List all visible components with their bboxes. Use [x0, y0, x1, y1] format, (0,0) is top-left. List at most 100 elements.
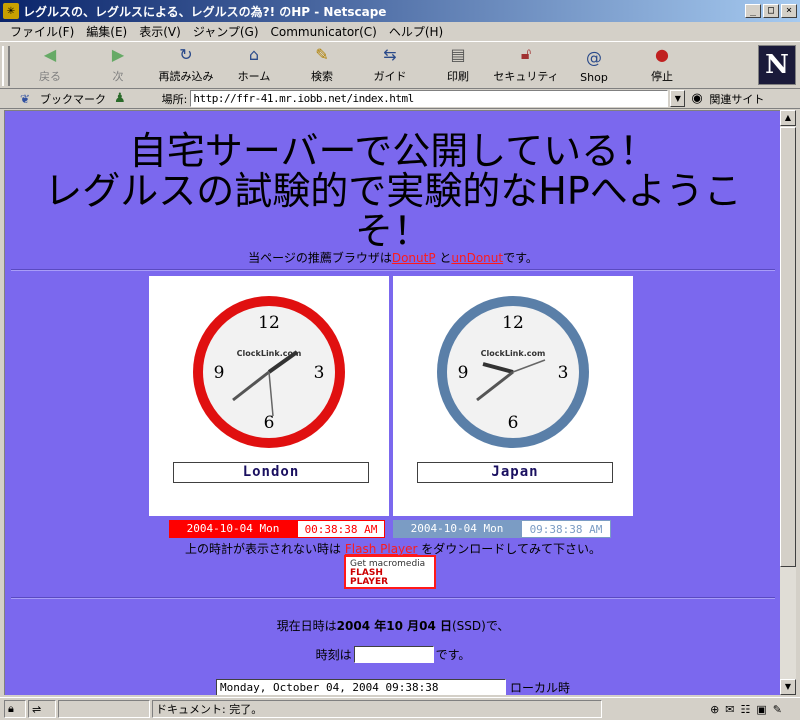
clock-brand: ClockLink.com — [481, 349, 546, 358]
bookmarks-label: ブックマーク — [40, 92, 106, 106]
url-field[interactable]: http://ffr-41.mr.iobb.net/index.html — [190, 90, 669, 107]
stop-light-icon: ● — [655, 44, 669, 64]
mail-icon[interactable]: ✉ — [725, 703, 734, 716]
undonut-link[interactable]: unDonut — [451, 251, 503, 265]
back-button[interactable]: ◀ 戻る — [16, 42, 84, 88]
forward-arrow-icon: ▶ — [111, 44, 125, 64]
menu-edit[interactable]: 編集(E) — [80, 23, 133, 40]
home-button[interactable]: ⌂ ホーム — [220, 42, 288, 88]
page-proxy-icon[interactable]: ♟ — [114, 91, 126, 106]
reco-prefix: 当ページの推薦ブラウザは — [248, 251, 392, 265]
security-label: セキュリティ — [493, 70, 559, 83]
heading-line-2: レグルスの試験的で実験的なHPへようこ — [44, 169, 742, 213]
local-time-label: ローカル時 — [509, 681, 570, 695]
lock-icon: 🔓︎ — [520, 44, 532, 63]
japan-clock-face: 12 3 6 9 ClockLink.com — [437, 296, 589, 448]
scroll-thumb[interactable] — [780, 127, 796, 567]
close-button[interactable]: × — [781, 4, 797, 18]
reload-button[interactable]: ↻ 再読み込み — [152, 42, 220, 88]
security-status-icon[interactable]: 🔒︎ — [4, 700, 26, 718]
date-suffix: (SSD)で、 — [452, 619, 510, 633]
forward-button[interactable]: ▶ 次 — [84, 42, 152, 88]
netscape-logo[interactable]: N — [758, 45, 796, 85]
clock-numeral-3: 3 — [314, 363, 325, 383]
vertical-scrollbar[interactable]: ▲ ▼ — [780, 110, 796, 695]
divider — [11, 269, 775, 271]
related-sites-button[interactable]: ◉ 関連サイト — [691, 91, 764, 107]
security-button[interactable]: 🔓︎ セキュリティ — [492, 42, 560, 88]
netscape-app-icon: ✳ — [3, 3, 19, 19]
reload-icon: ↻ — [179, 44, 193, 64]
minimize-button[interactable]: _ — [745, 4, 761, 18]
menu-bar: ファイル(F) 編集(E) 表示(V) ジャンプ(G) Communicator… — [0, 22, 800, 41]
japan-date: 2004-10-04 Mon — [393, 520, 521, 538]
current-time-row: 時刻は です。 — [5, 646, 780, 663]
related-sites-icon: ◉ — [691, 90, 703, 106]
local-time-field[interactable]: Monday, October 04, 2004 09:38:38 — [215, 679, 506, 695]
divider — [11, 597, 775, 599]
scroll-down-button[interactable]: ▼ — [780, 679, 796, 695]
maximize-button[interactable]: □ — [763, 4, 779, 18]
page-content: 自宅サーバーで公開している！ レグルスの試験的で実験的なHPへようこ そ！ 当ペ… — [4, 110, 780, 695]
composer-icon[interactable]: ✎ — [773, 703, 782, 716]
london-city-label: London — [173, 462, 369, 483]
time-suffix: です。 — [435, 648, 471, 662]
guide-button[interactable]: ⇆ ガイド — [356, 42, 424, 88]
status-text: ドキュメント: 完了。 — [152, 700, 602, 718]
back-label: 戻る — [39, 70, 61, 83]
component-bar: ⊕ ✉ ☷ ▣ ✎ — [710, 703, 782, 716]
menu-communicator[interactable]: Communicator(C) — [265, 25, 383, 39]
home-label: ホーム — [237, 70, 271, 83]
time-field[interactable] — [353, 646, 434, 663]
get-flash-player-badge[interactable]: Get macromedia FLASH PLAYER — [344, 555, 436, 589]
url-dropdown-button[interactable]: ▼ — [670, 90, 686, 107]
menu-file[interactable]: ファイル(F) — [4, 23, 80, 40]
newsgroups-icon[interactable]: ☷ — [741, 703, 751, 716]
toolbar-grip[interactable] — [2, 46, 10, 86]
progress-bar — [58, 700, 150, 718]
location-label: 場所: — [161, 92, 188, 106]
london-time: 00:38:38 AM — [297, 520, 385, 538]
clock-numeral-12: 12 — [502, 313, 524, 333]
window-title: レグルスの、レグルスによる、レグルスの為?! のHP - Netscape — [23, 4, 387, 19]
search-label: 検索 — [311, 70, 333, 83]
bookmarks-button[interactable]: ❦ ブックマーク — [20, 91, 106, 107]
clock-numeral-9: 9 — [214, 363, 225, 383]
shop-label: Shop — [580, 71, 608, 84]
related-sites-label: 関連サイト — [709, 92, 765, 106]
flash-prefix: 上の時計が表示されない時は — [185, 542, 345, 556]
london-clock-face: 12 3 6 9 ClockLink.com — [193, 296, 345, 448]
menu-view[interactable]: 表示(V) — [133, 23, 187, 40]
local-time-row: Monday, October 04, 2004 09:38:38 ローカル時 — [5, 679, 780, 695]
shop-button[interactable]: @ Shop — [560, 42, 628, 88]
menu-go[interactable]: ジャンプ(G) — [187, 23, 265, 40]
london-clock-widget[interactable]: 12 3 6 9 ClockLink.com London — [149, 276, 389, 516]
online-status-icon[interactable]: ⇌ — [28, 700, 56, 718]
current-date-text: 現在日時は2004 年10 月04 日(SSD)で、 — [5, 617, 780, 634]
japan-city-label: Japan — [417, 462, 613, 483]
donutp-link[interactable]: DonutP — [392, 251, 436, 265]
print-label: 印刷 — [447, 70, 469, 83]
navigator-icon[interactable]: ⊕ — [710, 703, 719, 716]
london-time-strip: 2004-10-04 Mon 00:38:38 AM — [169, 520, 385, 538]
japan-clock-widget[interactable]: 12 3 6 9 ClockLink.com Japan — [393, 276, 633, 516]
home-icon: ⌂ — [248, 44, 260, 64]
recommended-browser-text: 当ページの推薦ブラウザはDonutP とunDonutです。 — [5, 249, 780, 266]
location-bar: ❦ ブックマーク ♟ 場所: http://ffr-41.mr.iobb.net… — [0, 89, 800, 109]
stop-button[interactable]: ● 停止 — [628, 42, 696, 88]
london-date: 2004-10-04 Mon — [169, 520, 297, 538]
time-prefix: 時刻は — [315, 648, 352, 662]
date-value: 2004 年10 月04 日 — [336, 619, 452, 633]
printer-icon: ▤ — [450, 44, 466, 64]
clock-numeral-3: 3 — [558, 363, 569, 383]
stop-label: 停止 — [651, 70, 673, 83]
flash-suffix: をダウンロードしてみて下さい。 — [417, 542, 601, 556]
print-button[interactable]: ▤ 印刷 — [424, 42, 492, 88]
menu-help[interactable]: ヘルプ(H) — [383, 23, 449, 40]
address-book-icon[interactable]: ▣ — [756, 703, 766, 716]
guide-signpost-icon: ⇆ — [383, 44, 397, 64]
flash-player-link[interactable]: Flash Player — [345, 542, 418, 556]
clock-numeral-12: 12 — [258, 313, 280, 333]
search-button[interactable]: ✎ 検索 — [288, 42, 356, 88]
scroll-up-button[interactable]: ▲ — [780, 110, 796, 126]
